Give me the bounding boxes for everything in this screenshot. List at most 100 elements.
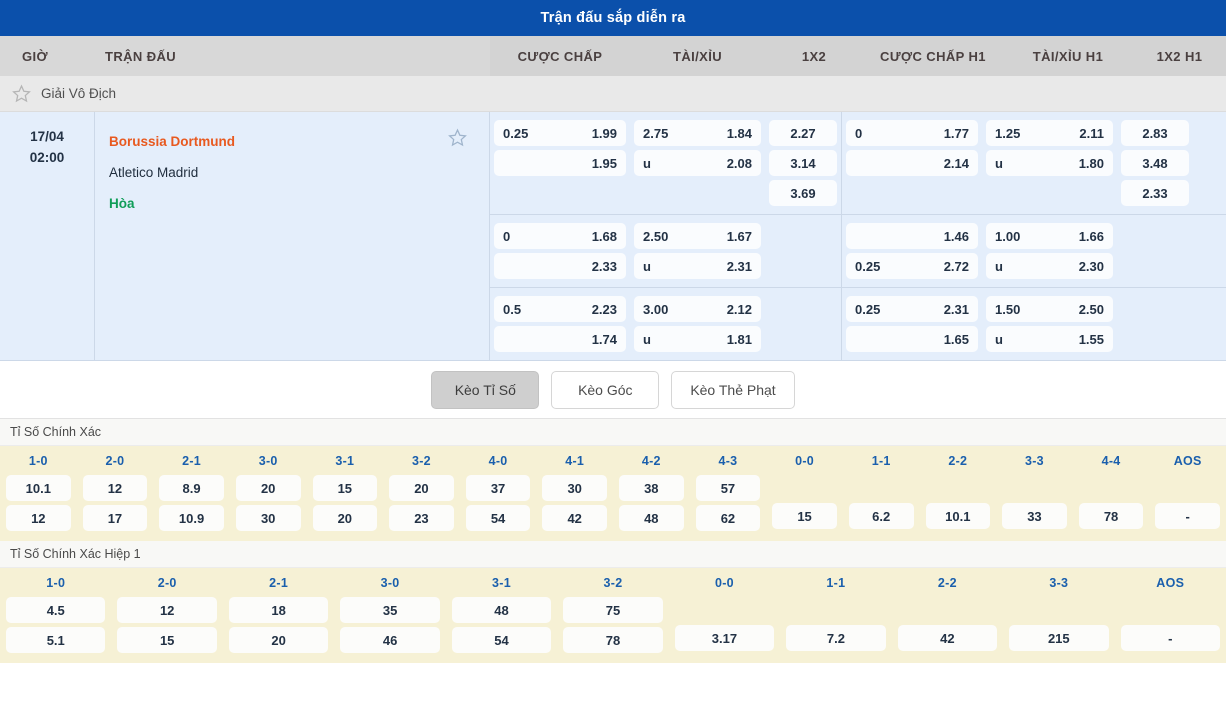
score-odds-cell[interactable]: 12 [117,597,217,623]
draw-label[interactable]: Hòa [109,188,479,219]
score-odds-cell[interactable]: 3.17 [674,625,775,651]
score-odds-cell[interactable]: 20 [312,505,378,531]
score-odds-cell[interactable]: 17 [82,505,148,531]
score-odds-cell[interactable]: 30 [235,505,301,531]
score-column: 3-0 20 30 [230,450,307,533]
odds-cell[interactable]: 1.00 1.66 [986,223,1113,249]
column-header-time: GIỜ [0,36,95,76]
odds-cell[interactable]: 3.69 [769,180,837,206]
favorite-star-icon[interactable] [448,128,467,147]
score-odds-cell[interactable]: 23 [389,505,454,531]
odds-cell[interactable]: u 1.81 [634,326,761,352]
odds-cell[interactable]: 0.25 2.31 [846,296,978,322]
score-odds-cell[interactable]: 38 [619,475,684,501]
odds-cell[interactable]: u 2.31 [634,253,761,279]
score-odds-cell[interactable]: 12 [6,505,71,531]
away-team-name[interactable]: Atletico Madrid [109,157,479,188]
odds-cell[interactable]: 0.5 2.23 [494,296,626,322]
odds-cell[interactable]: 1.65 [846,326,978,352]
odds-cell[interactable]: 0.25 2.72 [846,253,978,279]
odds-column-overunder: 2.50 1.67 u 2.31 [630,215,765,287]
score-odds-cell[interactable]: 6.2 [848,503,914,529]
score-odds-cell[interactable]: 57 [695,475,761,501]
odds-cell[interactable]: 1.46 [846,223,978,249]
score-odds-cell[interactable]: 42 [542,505,607,531]
odds-cell[interactable]: 2.33 [494,253,626,279]
odds-line: 0.25 [503,125,529,141]
score-odds-cell[interactable]: 15 [117,627,217,653]
column-header-odds: 1X2 [801,48,827,64]
score-odds-cell[interactable]: 20 [235,475,301,501]
score-odds-cell[interactable]: 48 [451,597,552,623]
score-odds-cell[interactable]: 18 [228,597,329,623]
star-outline-icon[interactable] [12,84,31,103]
score-odds-cell[interactable]: 37 [465,475,531,501]
odds-cell[interactable]: u 2.08 [634,150,761,176]
odds-cell[interactable]: 2.83 [1121,120,1189,146]
odds-cell[interactable]: 2.33 [1121,180,1189,206]
score-odds-cell[interactable]: - [1120,625,1220,651]
score-odds-cell[interactable]: 75 [563,597,663,623]
score-odds-cell[interactable]: 35 [340,597,440,623]
score-odds-cell[interactable]: 10.1 [6,475,71,501]
score-odds-cell[interactable]: 78 [1078,503,1144,529]
score-odds-cell[interactable]: 48 [619,505,684,531]
odds-price: 1.65 [943,331,969,347]
odds-cell[interactable]: u 2.30 [986,253,1113,279]
score-odds-cell[interactable]: 7.2 [786,625,886,651]
odds-cell[interactable]: 1.50 2.50 [986,296,1113,322]
score-odds-cell[interactable]: 8.9 [159,475,224,501]
odds-cell[interactable]: 1.25 2.11 [986,120,1113,146]
score-odds-cell[interactable]: 10.1 [925,503,991,529]
odds-fulltime-group: 0.5 2.23 1.74 3.00 2.12 u 1.81 [490,288,842,360]
odds-cell[interactable]: 3.14 [769,150,837,176]
score-odds-cell[interactable]: 215 [1009,625,1109,651]
odds-price: 1.95 [591,155,617,171]
odds-cell[interactable]: 2.14 [846,150,978,176]
league-row[interactable]: Giải Vô Địch [0,76,1226,112]
score-odds-cell[interactable]: 42 [897,625,998,651]
score-odds-cell[interactable]: 62 [695,505,761,531]
odds-cell[interactable]: 2.27 [769,120,837,146]
score-odds-cell[interactable]: 46 [340,627,440,653]
score-odds-cell[interactable]: 4.5 [6,597,106,623]
tab-card[interactable]: Kèo Thẻ Phạt [671,370,795,409]
score-odds-cell[interactable]: 15 [772,503,837,529]
odds-cell[interactable]: 1.95 [494,150,626,176]
score-odds-cell[interactable]: - [1155,503,1220,529]
score-odds-cell[interactable]: 15 [312,475,378,501]
score-odds-cell[interactable]: 78 [563,627,663,653]
odds-column-handicap: 0.25 1.99 1.95 [490,112,630,214]
score-odds-cell[interactable]: 54 [451,627,552,653]
score-odds-cell[interactable]: 30 [542,475,607,501]
score-column: 0-0 15 [766,450,843,533]
score-column: 3-0 35 46 [334,572,445,655]
odds-cell[interactable]: u 1.80 [986,150,1113,176]
score-odds-cell[interactable]: 33 [1002,503,1067,529]
score-column: 2-1 18 20 [223,572,334,655]
odds-price: 1.66 [1078,228,1104,244]
tab-corner[interactable]: Kèo Góc [551,370,660,409]
odds-cell[interactable]: u 1.55 [986,326,1113,352]
odds-column-1x2-h1 [1117,288,1193,360]
odds-cell[interactable]: 2.50 1.67 [634,223,761,249]
score-odds-cell[interactable]: 10.9 [159,505,224,531]
home-team-name[interactable]: Borussia Dortmund [109,126,479,157]
odds-cell[interactable]: 1.74 [494,326,626,352]
score-column-header: 1-0 [28,454,48,468]
odds-cell[interactable]: 2.75 1.84 [634,120,761,146]
tab-score[interactable]: Kèo Tỉ Số [431,370,540,409]
odds-cell[interactable]: 3.00 2.12 [634,296,761,322]
score-odds-cell[interactable]: 20 [389,475,454,501]
score-column-header: 1-0 [46,576,66,590]
score-odds-cell[interactable]: 20 [228,627,329,653]
odds-price: 1.81 [726,331,752,347]
odds-cell[interactable]: 3.48 [1121,150,1189,176]
score-odds-cell[interactable]: 5.1 [6,627,106,653]
odds-cell[interactable]: 0 1.68 [494,223,626,249]
odds-cell[interactable]: 0 1.77 [846,120,978,146]
score-odds-cell[interactable]: 54 [465,505,531,531]
odds-column-1x2-h1: 2.83 3.48 2.33 [1117,112,1193,214]
score-odds-cell[interactable]: 12 [82,475,148,501]
odds-cell[interactable]: 0.25 1.99 [494,120,626,146]
